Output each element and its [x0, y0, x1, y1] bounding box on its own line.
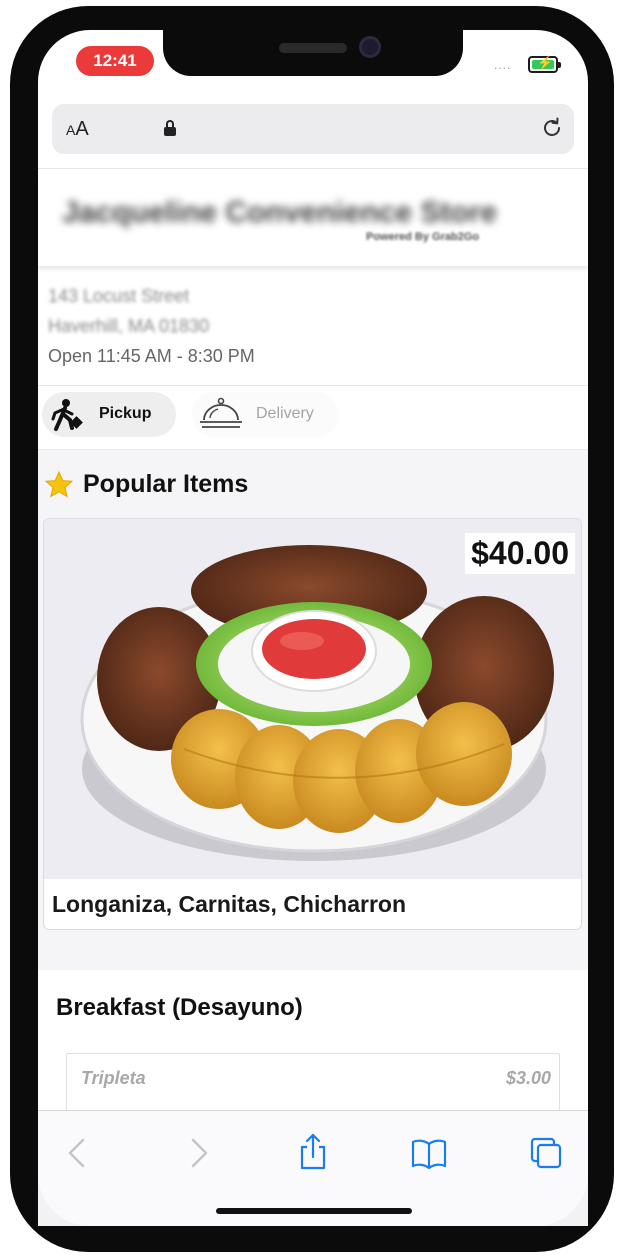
store-name: Jacqueline Convenience Store	[62, 196, 498, 229]
battery-icon: ⚡	[528, 55, 561, 73]
bookmarks-icon[interactable]	[407, 1131, 451, 1175]
status-time[interactable]: 12:41	[76, 46, 154, 76]
store-hours: Open 11:45 AM - 8:30 PM	[48, 346, 255, 366]
menu-item-name: Tripleta	[81, 1068, 146, 1088]
divider	[38, 168, 588, 169]
powered-by[interactable]: Powered By Grab2Go	[366, 231, 479, 243]
reload-icon[interactable]	[540, 116, 564, 140]
pickup-button[interactable]: Pickup	[42, 392, 176, 437]
store-header: Jacqueline Convenience Store Powered By …	[38, 176, 588, 266]
speaker	[279, 43, 347, 53]
cloche-icon	[200, 397, 242, 428]
item-price: $40.00	[465, 533, 575, 574]
lock-icon	[164, 120, 176, 136]
delivery-button[interactable]: Delivery	[192, 392, 338, 437]
address-line-1: 143 Locust Street	[48, 286, 190, 306]
store-info: 143 Locust Street Haverhill, MA 01830 Op…	[38, 280, 588, 384]
text-size-button[interactable]: AA	[66, 118, 89, 141]
address-line-2: Haverhill, MA 01830	[48, 316, 210, 336]
notch	[163, 26, 463, 76]
divider	[38, 385, 588, 386]
back-icon[interactable]	[56, 1131, 100, 1175]
item-name: Longaniza, Carnitas, Chicharron	[52, 891, 406, 917]
popular-item-card[interactable]: $40.00 Longaniza, Carnitas, Chicharron	[43, 518, 582, 930]
walking-person-icon	[51, 399, 83, 431]
address-bar[interactable]: AA	[52, 104, 574, 154]
breakfast-heading: Breakfast (Desayuno)	[56, 994, 303, 1021]
delivery-label: Delivery	[256, 405, 314, 422]
home-indicator[interactable]	[216, 1208, 412, 1214]
front-camera	[359, 36, 381, 58]
popular-items-heading: Popular Items	[83, 470, 249, 498]
signal-icon: ....	[494, 58, 512, 72]
menu-item-price: $3.00	[505, 1068, 551, 1088]
forward-icon[interactable]	[176, 1131, 220, 1175]
share-icon[interactable]	[291, 1131, 335, 1175]
pickup-label: Pickup	[99, 405, 152, 422]
tabs-icon[interactable]	[524, 1131, 568, 1175]
star-icon	[44, 470, 74, 498]
